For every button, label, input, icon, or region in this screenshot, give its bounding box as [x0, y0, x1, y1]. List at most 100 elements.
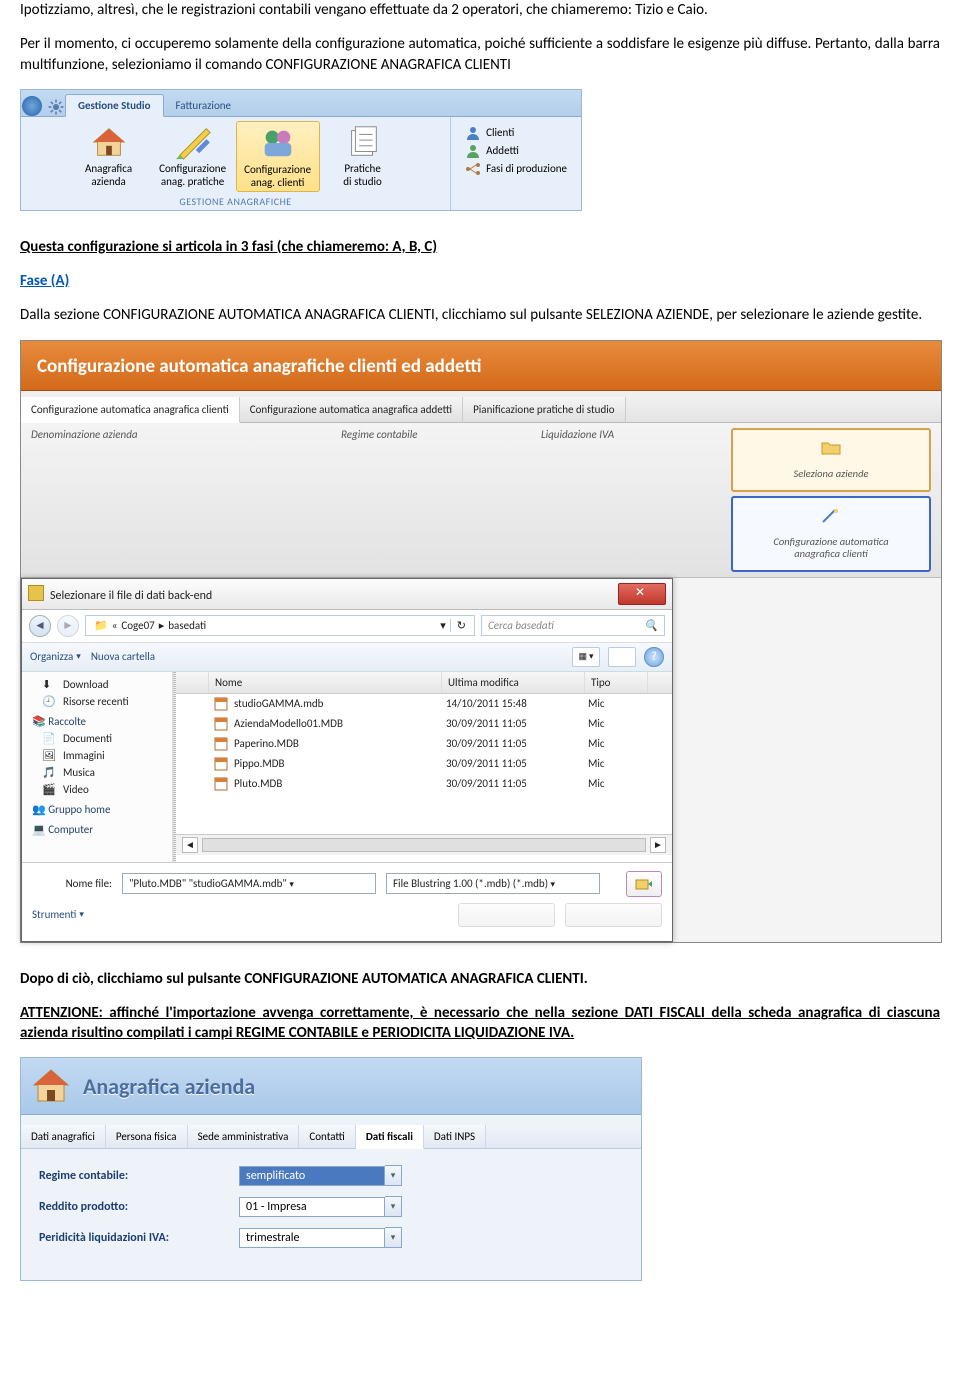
col-hdr-liquidazione: Liquidazione IVA [531, 423, 711, 577]
ribbon-mini-addetti[interactable]: Addetti [465, 143, 519, 159]
tab-config-addetti[interactable]: Configurazione automatica anagrafica add… [240, 397, 463, 422]
tab-dati-fiscali[interactable]: Dati fiscali [356, 1125, 424, 1149]
ribbon-item-config-clienti[interactable]: Configurazione anag. clienti [236, 121, 320, 192]
forward-button[interactable]: ► [57, 615, 79, 637]
sidebar-group-computer[interactable]: 💻 Computer [22, 818, 172, 838]
house-icon [90, 123, 128, 161]
file-row[interactable]: AziendaModello01.MDB30/09/2011 11:05Mic [176, 714, 672, 734]
sidebar-item-video[interactable]: 🎬Video [22, 781, 172, 798]
music-icon: 🎵 [42, 766, 57, 779]
file-open-dialog: Selezionare il file di dati back-end ◄ ►… [21, 578, 673, 942]
sidebar-item-download[interactable]: ⬇Download [22, 676, 172, 693]
mdb-file-icon [214, 777, 228, 791]
sidebar-item-musica[interactable]: 🎵Musica [22, 764, 172, 781]
btn-seleziona-aziende[interactable]: Seleziona aziende [731, 428, 931, 492]
ribbon-item-pratiche-studio[interactable]: Pratiche di studio [322, 121, 404, 192]
dialog-title: Selezionare il file di dati back-end [28, 585, 212, 603]
col-hdr-nome[interactable]: Nome [209, 672, 442, 693]
window-title: Configurazione automatica anagrafiche cl… [21, 341, 941, 391]
search-placeholder: Cerca basedati [488, 619, 554, 632]
search-input[interactable]: Cerca basedati 🔍 [481, 615, 665, 636]
filetype-field[interactable]: File Blustring 1.00 (*.mdb) (*.mdb) ▾ [386, 873, 600, 894]
chevron-down-icon[interactable]: ▾ [385, 1227, 402, 1248]
ribbon-tab-gestione-studio[interactable]: Gestione Studio [65, 94, 164, 117]
file-type: Mic [582, 754, 644, 774]
nuova-cartella[interactable]: Nuova cartella [91, 650, 155, 663]
file-row[interactable]: Pluto.MDB30/09/2011 11:05Mic [176, 774, 672, 794]
view-mode-button[interactable]: ▦ ▾ [572, 647, 600, 667]
h-scrollbar[interactable]: ◄ ► [176, 834, 672, 855]
breadcrumb-path[interactable]: 📁 « Coge07 ▸ basedati ▾ ↻ [85, 615, 475, 636]
label-regime-contabile: Regime contabile: [39, 1169, 239, 1183]
select-regime-contabile[interactable]: semplificato ▾ [239, 1165, 402, 1186]
close-button[interactable] [618, 583, 666, 605]
col-hdr-tipo[interactable]: Tipo [585, 672, 648, 693]
back-button[interactable]: ◄ [29, 615, 51, 637]
people-icon [259, 124, 297, 162]
flow-icon [465, 161, 481, 177]
file-row[interactable]: studioGAMMA.mdb14/10/2011 15:48Mic [176, 694, 672, 714]
ribbon-group-label: GESTIONE ANAGRAFICHE [179, 192, 291, 208]
select-value: 01 - Impresa [239, 1197, 385, 1217]
path-seg[interactable]: basedati [168, 619, 206, 632]
open-button-icon[interactable] [626, 871, 662, 897]
label-periodicita-iva: Peridicità liquidazioni IVA: [39, 1231, 239, 1245]
chevron-down-icon[interactable]: ▾ [385, 1196, 402, 1217]
fase-a-link[interactable]: Fase (A) [20, 272, 69, 290]
col-hdr-modifica[interactable]: Ultima modifica [442, 672, 585, 693]
select-reddito-prodotto[interactable]: 01 - Impresa ▾ [239, 1196, 402, 1217]
sidebar-item-documenti[interactable]: 📄Documenti [22, 730, 172, 747]
tab-sede-amministrativa[interactable]: Sede amministrativa [188, 1125, 300, 1148]
app-window-config-anagrafiche: Configurazione automatica anagrafiche cl… [20, 340, 942, 943]
btn-config-auto-clienti[interactable]: Configurazione automatica anagrafica cli… [731, 496, 931, 572]
file-row[interactable]: Pippo.MDB30/09/2011 11:05Mic [176, 754, 672, 774]
ribbon-item-anagrafica-azienda[interactable]: Anagrafica azienda [68, 121, 150, 192]
tab-persona-fisica[interactable]: Persona fisica [106, 1125, 188, 1148]
doc-icon: 📄 [42, 732, 57, 745]
scroll-right[interactable]: ► [650, 837, 666, 853]
ribbon-mini-fasi[interactable]: Fasi di produzione [465, 161, 567, 177]
dialog-button-stub-1[interactable] [458, 903, 555, 927]
path-seg[interactable]: Coge07 [121, 619, 154, 632]
image-icon: 🖼 [42, 749, 57, 762]
house-icon [31, 1066, 71, 1106]
paragraph-attenzione: ATTENZIONE: affinché l'importazione avve… [20, 1003, 940, 1044]
file-date: 30/09/2011 11:05 [440, 734, 582, 754]
preview-pane-button[interactable] [608, 647, 636, 667]
ribbon-item-config-pratiche[interactable]: Configurazione anag. pratiche [152, 121, 234, 192]
tab-pianificazione[interactable]: Pianificazione pratiche di studio [463, 397, 625, 422]
ribbon-mini-label: Addetti [486, 144, 519, 157]
sidebar-item-recenti[interactable]: 🕘Risorse recenti [22, 693, 172, 710]
ribbon-mini-label: Clienti [486, 126, 514, 139]
help-button[interactable]: ? [644, 647, 664, 667]
mdb-file-icon [214, 697, 228, 711]
ribbon-tab-fatturazione[interactable]: Fatturazione [164, 95, 243, 116]
file-name: studioGAMMA.mdb [234, 697, 323, 710]
mdb-file-icon [214, 717, 228, 731]
tab-contatti[interactable]: Contatti [299, 1125, 355, 1148]
file-name: AziendaModello01.MDB [234, 717, 343, 730]
sidebar-group-gruppo-home[interactable]: 👥 Gruppo home [22, 798, 172, 818]
ribbon-mini-clienti[interactable]: Clienti [465, 125, 514, 141]
dialog-button-stub-2[interactable] [565, 903, 662, 927]
ribbon-item-label: Anagrafica azienda [70, 162, 148, 188]
ribbon-item-label: Pratiche di studio [324, 162, 402, 188]
tab-dati-inps[interactable]: Dati INPS [424, 1125, 486, 1148]
refresh-icon[interactable]: ↻ [450, 619, 466, 632]
nome-file-field[interactable]: "Pluto.MDB" "studioGAMMA.mdb" ▾ [122, 873, 376, 894]
sidebar-group-raccolte[interactable]: 📚 Raccolte [22, 710, 172, 730]
strumenti-menu[interactable]: Strumenti▾ [32, 908, 84, 921]
select-value: semplificato [239, 1166, 385, 1186]
scroll-left[interactable]: ◄ [182, 837, 198, 853]
tab-dati-anagrafici[interactable]: Dati anagrafici [21, 1125, 106, 1148]
file-row[interactable]: Paperino.MDB30/09/2011 11:05Mic [176, 734, 672, 754]
chevron-down-icon[interactable]: ▾ [385, 1165, 402, 1186]
ribbon-mini-label: Fasi di produzione [486, 162, 567, 175]
organizza-menu[interactable]: Organizza▾ [30, 650, 81, 663]
app-menu-button[interactable] [22, 96, 42, 116]
document-stack-icon [344, 123, 382, 161]
select-periodicita-iva[interactable]: trimestrale ▾ [239, 1227, 402, 1248]
gear-icon[interactable] [47, 98, 65, 116]
sidebar-item-immagini[interactable]: 🖼Immagini [22, 747, 172, 764]
tab-config-clienti[interactable]: Configurazione automatica anagrafica cli… [21, 397, 240, 423]
